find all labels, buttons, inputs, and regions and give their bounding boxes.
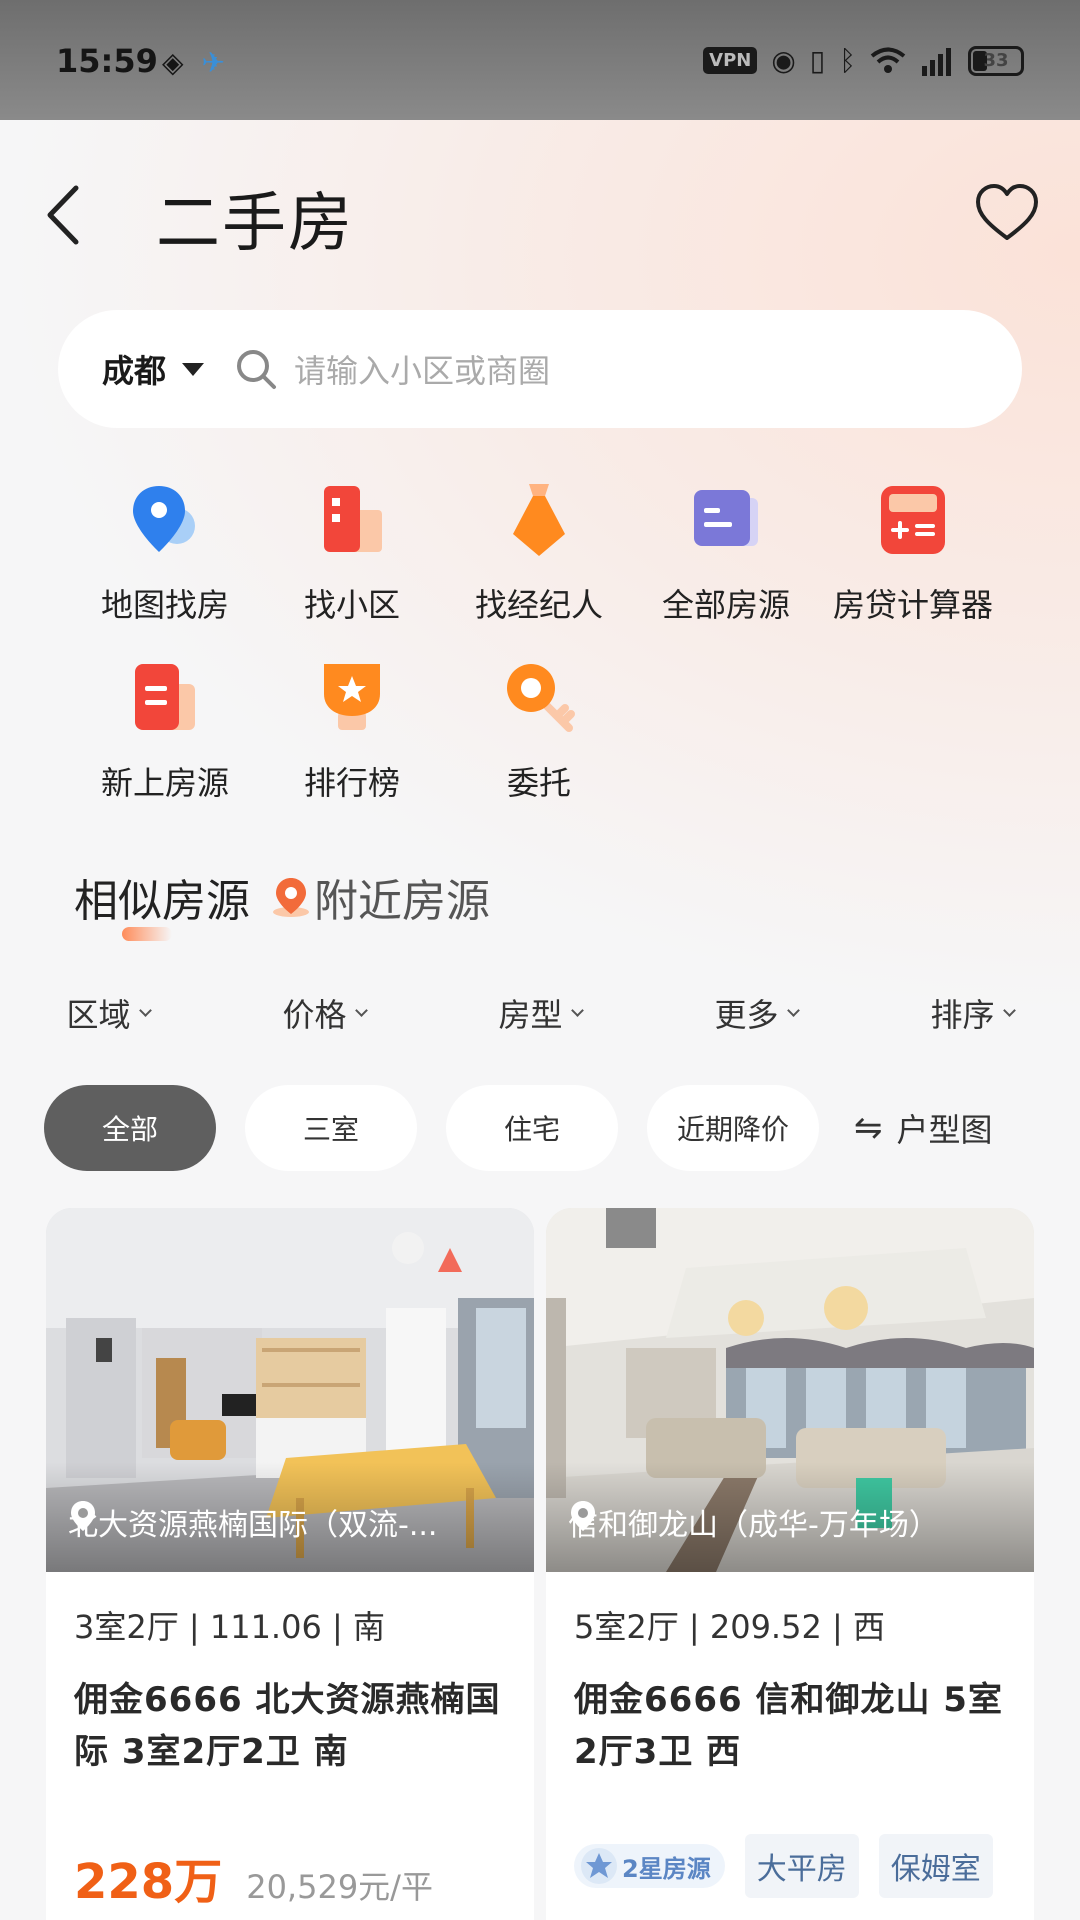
feature-tag: 保姆室 xyxy=(878,1834,993,1898)
location-icon xyxy=(273,878,309,917)
favorite-heart-icon[interactable] xyxy=(974,182,1040,244)
tab-nearby-listings[interactable]: 附近房源 xyxy=(270,865,490,929)
trophy-icon xyxy=(324,664,380,730)
caret-down-icon[interactable] xyxy=(182,362,205,376)
filter-price[interactable]: 价格 xyxy=(216,990,432,1036)
page-title: 二手房 xyxy=(156,187,354,261)
entry-mortgage-calculator[interactable]: 房贷计算器 xyxy=(818,480,1008,626)
entry-map-search[interactable]: 地图找房 xyxy=(70,480,260,626)
swap-icon: ⇋ xyxy=(854,1108,883,1148)
chip-three-rooms[interactable]: 三室 xyxy=(245,1085,417,1171)
listing-specs: 3室2厅 | 111.06 | 南 xyxy=(74,1608,385,1646)
tab-active-indicator xyxy=(122,927,172,941)
calculator-icon xyxy=(881,486,945,554)
entry-rankings[interactable]: 排行榜 xyxy=(257,658,447,804)
filter-sort[interactable]: 排序 xyxy=(864,990,1080,1036)
chevron-down-icon xyxy=(138,1003,152,1017)
satellite-icon: ✈ xyxy=(201,46,226,79)
listing-specs: 5室2厅 | 209.52 | 西 xyxy=(574,1608,885,1646)
status-bar: 15:59 ◈ ✈ VPN ◉ ▯ ᛒ 33 xyxy=(0,0,1080,120)
search-bar[interactable]: 成都 请输入小区或商圈 xyxy=(58,310,1022,428)
chevron-down-icon xyxy=(354,1003,368,1017)
floor-plan-toggle[interactable]: ⇋ 户型图 xyxy=(854,1105,993,1151)
wifi-icon xyxy=(870,47,906,73)
signal-icon xyxy=(922,47,951,76)
listing-photo: 信和御龙山（成华-万年场） xyxy=(546,1208,1034,1572)
chip-recent-price-drop[interactable]: 近期降价 xyxy=(647,1085,819,1171)
location-pin-icon xyxy=(571,1501,595,1531)
listing-photo: 北大资源燕楠国际（双流-... xyxy=(46,1208,534,1572)
filter-more[interactable]: 更多 xyxy=(648,990,864,1036)
listing-icon xyxy=(694,490,758,546)
chip-residential[interactable]: 住宅 xyxy=(446,1085,618,1171)
entry-new-listings[interactable]: 新上房源 xyxy=(70,658,260,804)
chevron-down-icon xyxy=(786,1003,800,1017)
star-rating-tag: 2星房源 xyxy=(574,1844,725,1888)
agent-tie-icon xyxy=(513,484,565,556)
search-input[interactable]: 请输入小区或商圈 xyxy=(294,346,550,392)
entry-entrust[interactable]: 委托 xyxy=(444,658,634,804)
listing-price: 228万 xyxy=(74,1854,223,1910)
location-pin-icon xyxy=(71,1501,95,1531)
listing-tags: 2星房源 大平房 保姆室 xyxy=(574,1834,1006,1898)
status-time: 15:59 xyxy=(56,42,158,80)
filter-bar: 区域 价格 房型 更多 排序 xyxy=(0,990,1080,1036)
section-tabs: 相似房源 附近房源 xyxy=(74,865,490,941)
search-icon xyxy=(237,350,277,389)
filter-layout[interactable]: 房型 xyxy=(432,990,648,1036)
map-pin-icon xyxy=(133,486,195,552)
listing-location: 北大资源燕楠国际（双流-... xyxy=(68,1508,438,1543)
nav-bar: 二手房 xyxy=(0,120,1080,310)
filter-region[interactable]: 区域 xyxy=(0,990,216,1036)
listing-title: 佣金6666 北大资源燕楠国际 3室2厅2卫 南 xyxy=(74,1680,501,1772)
listing-location: 信和御龙山（成华-万年场） xyxy=(568,1508,939,1543)
feature-tag: 大平房 xyxy=(744,1834,859,1898)
entry-find-agent[interactable]: 找经纪人 xyxy=(444,480,634,626)
new-listing-icon xyxy=(135,664,195,730)
city-selector[interactable]: 成都 xyxy=(102,346,166,392)
building-icon xyxy=(324,486,382,552)
back-button[interactable] xyxy=(40,180,90,250)
listing-card[interactable]: 北大资源燕楠国际（双流-... 3室2厅 | 111.06 | 南 佣金6666… xyxy=(46,1208,534,1920)
star-icon xyxy=(581,1848,617,1884)
chip-all[interactable]: 全部 xyxy=(44,1085,216,1171)
vpn-icon: VPN xyxy=(703,47,758,74)
listing-unit-price: 20,529元/平 xyxy=(246,1868,433,1906)
key-icon xyxy=(507,664,575,732)
quick-filter-chips: 全部 三室 住宅 近期降价 ⇋ 户型图 xyxy=(44,1085,993,1171)
chevron-down-icon xyxy=(570,1003,584,1017)
bluetooth-icon: ᛒ xyxy=(839,44,856,77)
chevron-down-icon xyxy=(1002,1003,1016,1017)
tab-similar-listings[interactable]: 相似房源 xyxy=(74,865,250,941)
vibrate-icon: ▯ xyxy=(809,44,826,77)
entry-find-community[interactable]: 找小区 xyxy=(257,480,447,626)
notification-icon: ◈ xyxy=(162,46,184,79)
listing-title: 佣金6666 信和御龙山 5室2厅3卫 西 xyxy=(574,1680,1003,1772)
listing-card[interactable]: 信和御龙山（成华-万年场） 5室2厅 | 209.52 | 西 佣金6666 信… xyxy=(546,1208,1034,1920)
entry-all-listings[interactable]: 全部房源 xyxy=(631,480,821,626)
data-saver-icon: ◉ xyxy=(771,44,796,77)
battery-icon: 33 xyxy=(968,45,1024,76)
